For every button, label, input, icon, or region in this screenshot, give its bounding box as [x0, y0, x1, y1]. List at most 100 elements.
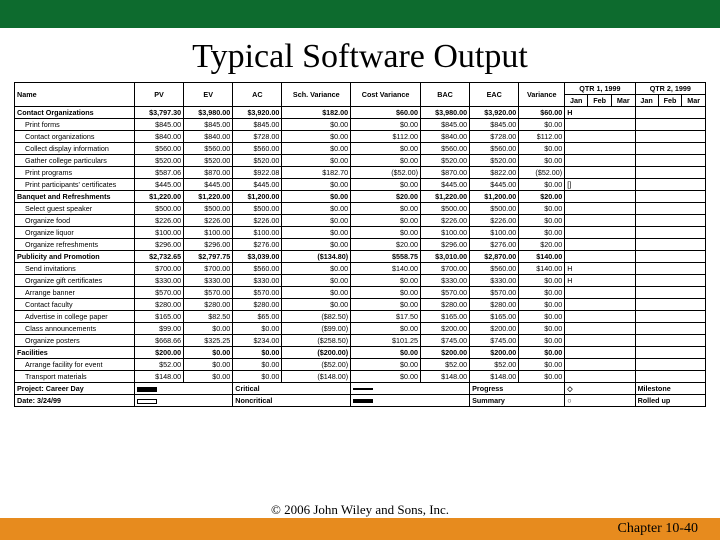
- cell-cv: $0.00: [351, 359, 421, 371]
- cell-ev: $560.00: [184, 143, 233, 155]
- cell-var: $0.00: [519, 323, 565, 335]
- cell-bac: $1,220.00: [420, 191, 469, 203]
- legend-row-2: Date: 3/24/99 Noncritical Summary ○ Roll…: [15, 395, 706, 407]
- cell-bac: $745.00: [420, 335, 469, 347]
- project-variance-table: Name PV EV AC Sch. Variance Cost Varianc…: [14, 82, 706, 407]
- gantt-q1: [565, 239, 635, 251]
- cell-bac: $280.00: [420, 299, 469, 311]
- cell-pv: $330.00: [135, 275, 184, 287]
- cell-pv: $845.00: [135, 119, 184, 131]
- table-body: Contact Organizations$3,797.30$3,980.00$…: [15, 107, 706, 383]
- table-row: Class announcements$99.00$0.00$0.00($99.…: [15, 323, 706, 335]
- cell-ac: $570.00: [233, 287, 282, 299]
- cell-sv: $0.00: [282, 287, 351, 299]
- cell-cv: $20.00: [351, 191, 421, 203]
- legend-summary: Summary: [470, 395, 565, 407]
- gantt-q2: [635, 263, 705, 275]
- cell-ev: $570.00: [184, 287, 233, 299]
- table-row: Organize food$226.00$226.00$226.00$0.00$…: [15, 215, 706, 227]
- cell-ev: $870.00: [184, 167, 233, 179]
- cell-sv: $0.00: [282, 119, 351, 131]
- col-cv: Cost Variance: [351, 83, 421, 107]
- cell-name: Select guest speaker: [15, 203, 135, 215]
- cell-var: $0.00: [519, 275, 565, 287]
- gantt-q2: [635, 323, 705, 335]
- cell-var: $0.00: [519, 359, 565, 371]
- gantt-q2: [635, 143, 705, 155]
- table-row: Organize refreshments$296.00$296.00$276.…: [15, 239, 706, 251]
- cell-var: $0.00: [519, 179, 565, 191]
- cell-pv: $445.00: [135, 179, 184, 191]
- cell-pv: $520.00: [135, 155, 184, 167]
- gantt-q1: [565, 155, 635, 167]
- cell-ev: $1,220.00: [184, 191, 233, 203]
- col-mar1: Mar: [611, 95, 635, 107]
- cell-ac: $276.00: [233, 239, 282, 251]
- cell-eac: $745.00: [470, 335, 519, 347]
- cell-pv: $587.06: [135, 167, 184, 179]
- cell-eac: $822.00: [470, 167, 519, 179]
- legend-milestone: Milestone: [635, 383, 705, 395]
- gantt-q1: [565, 311, 635, 323]
- cell-var: $0.00: [519, 287, 565, 299]
- cell-eac: $276.00: [470, 239, 519, 251]
- cell-var: $0.00: [519, 311, 565, 323]
- cell-pv: $1,220.00: [135, 191, 184, 203]
- cell-sv: $0.00: [282, 239, 351, 251]
- cell-ac: $330.00: [233, 275, 282, 287]
- cell-name: Print forms: [15, 119, 135, 131]
- cell-bac: $296.00: [420, 239, 469, 251]
- cell-sv: $0.00: [282, 215, 351, 227]
- cell-ac: $500.00: [233, 203, 282, 215]
- cell-ev: $296.00: [184, 239, 233, 251]
- cell-name: Collect display information: [15, 143, 135, 155]
- cell-name: Advertise in college paper: [15, 311, 135, 323]
- gantt-q1: [565, 191, 635, 203]
- cell-sv: $0.00: [282, 143, 351, 155]
- table-row: Contact Organizations$3,797.30$3,980.00$…: [15, 107, 706, 119]
- table-row: Contact faculty$280.00$280.00$280.00$0.0…: [15, 299, 706, 311]
- gantt-q1: [565, 251, 635, 263]
- cell-cv: $112.00: [351, 131, 421, 143]
- cell-bac: $845.00: [420, 119, 469, 131]
- cell-bac: $840.00: [420, 131, 469, 143]
- cell-sv: $0.00: [282, 131, 351, 143]
- cell-var: $0.00: [519, 155, 565, 167]
- cell-sv: ($134.80): [282, 251, 351, 263]
- cell-ac: $922.08: [233, 167, 282, 179]
- footer-bar: Chapter 10-40: [0, 518, 720, 540]
- gantt-q2: [635, 119, 705, 131]
- table-row: Banquet and Refreshments$1,220.00$1,220.…: [15, 191, 706, 203]
- cell-bac: $200.00: [420, 347, 469, 359]
- cell-ev: $82.50: [184, 311, 233, 323]
- cell-bac: $3,010.00: [420, 251, 469, 263]
- cell-var: $0.00: [519, 119, 565, 131]
- gantt-q1: [565, 227, 635, 239]
- col-pv: PV: [135, 83, 184, 107]
- cell-var: $20.00: [519, 239, 565, 251]
- cell-cv: $0.00: [351, 323, 421, 335]
- cell-cv: $0.00: [351, 227, 421, 239]
- table-row: Organize liquor$100.00$100.00$100.00$0.0…: [15, 227, 706, 239]
- cell-cv: $0.00: [351, 347, 421, 359]
- cell-ev: $0.00: [184, 371, 233, 383]
- header-row-1: Name PV EV AC Sch. Variance Cost Varianc…: [15, 83, 706, 95]
- cell-pv: $280.00: [135, 299, 184, 311]
- cell-ac: $0.00: [233, 359, 282, 371]
- col-bac: BAC: [420, 83, 469, 107]
- cell-bac: $226.00: [420, 215, 469, 227]
- cell-sv: $0.00: [282, 191, 351, 203]
- cell-ac: $560.00: [233, 143, 282, 155]
- cell-eac: $1,200.00: [470, 191, 519, 203]
- table-row: Gather college particulars$520.00$520.00…: [15, 155, 706, 167]
- table-row: Arrange facility for event$52.00$0.00$0.…: [15, 359, 706, 371]
- col-var: Variance: [519, 83, 565, 107]
- cell-cv: $17.50: [351, 311, 421, 323]
- cell-eac: $845.00: [470, 119, 519, 131]
- cell-bac: $200.00: [420, 323, 469, 335]
- gantt-q1: [565, 167, 635, 179]
- cell-pv: $296.00: [135, 239, 184, 251]
- cell-name: Organize refreshments: [15, 239, 135, 251]
- gantt-q2: [635, 155, 705, 167]
- gantt-q2: [635, 179, 705, 191]
